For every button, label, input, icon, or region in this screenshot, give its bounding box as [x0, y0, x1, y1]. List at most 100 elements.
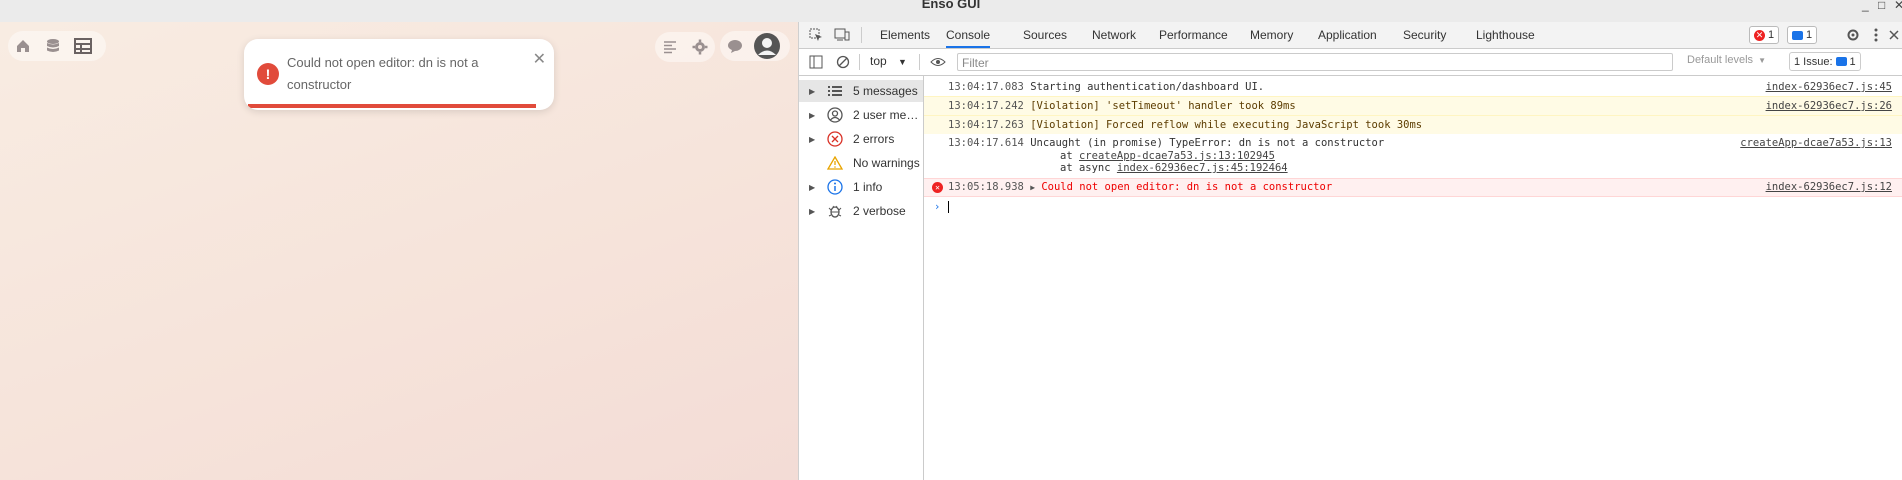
- log-row-violation: 13:04:17.263 [Violation] Forced reflow w…: [924, 115, 1902, 134]
- table-icon[interactable]: [71, 34, 95, 58]
- tab-network[interactable]: Network: [1092, 22, 1136, 48]
- divider: [861, 27, 862, 43]
- stack-prefix: at async: [1060, 162, 1111, 174]
- console-output: 13:04:17.083 Starting authentication/das…: [924, 76, 1902, 480]
- toast-progress-bar: [248, 104, 537, 108]
- sidebar-item-info[interactable]: ▶ 1 info: [799, 176, 923, 198]
- log-source-link[interactable]: index-62936ec7.js:12: [1766, 179, 1892, 196]
- console-filter-input[interactable]: Filter: [957, 53, 1673, 71]
- settings-gear-icon[interactable]: [1844, 26, 1862, 44]
- maximize-button[interactable]: □: [1878, 0, 1885, 12]
- more-options-icon[interactable]: [1867, 26, 1885, 44]
- log-timestamp: 13:04:17.614: [948, 137, 1024, 149]
- issues-label: 1 Issue:: [1794, 55, 1833, 68]
- sidebar-item-label: 1 info: [853, 180, 883, 194]
- gear-icon[interactable]: [688, 35, 712, 59]
- message-badge-icon: [1792, 30, 1803, 40]
- inspect-element-icon[interactable]: [807, 26, 825, 44]
- expand-arrow-icon[interactable]: ▶: [809, 207, 825, 216]
- log-text: Starting authentication/dashboard UI.: [1030, 81, 1265, 93]
- right-tools-pill: [655, 32, 715, 62]
- log-text: Uncaught (in promise) TypeError: dn is n…: [1030, 137, 1385, 149]
- context-value: top: [870, 54, 887, 68]
- stack-link[interactable]: createApp-dcae7a53.js:13:102945: [1079, 150, 1275, 162]
- error-badge-icon: ✕: [1754, 29, 1765, 41]
- stack-frame: at createApp-dcae7a53.js:13:102945: [948, 150, 1902, 163]
- message-count-badge[interactable]: 1: [1787, 26, 1818, 44]
- chat-icon[interactable]: [723, 34, 747, 58]
- chevron-down-icon: ▼: [1758, 56, 1767, 65]
- expand-arrow-icon[interactable]: ▶: [809, 135, 825, 144]
- device-toolbar-icon[interactable]: [833, 26, 851, 44]
- list-icon: [825, 83, 845, 99]
- tab-security[interactable]: Security: [1403, 22, 1446, 48]
- error-icon: !: [257, 63, 279, 85]
- database-icon[interactable]: [41, 34, 65, 58]
- window-titlebar: Enso GUI _ □ ✕: [0, 0, 1902, 23]
- tab-lighthouse[interactable]: Lighthouse: [1476, 22, 1535, 48]
- tab-sources[interactable]: Sources: [1023, 22, 1067, 48]
- error-count: 1: [1768, 29, 1775, 41]
- home-icon[interactable]: [11, 34, 35, 58]
- sidebar-item-label: 2 errors: [853, 132, 895, 146]
- devtools-panel: Elements Console Sources Network Perform…: [799, 22, 1902, 480]
- log-timestamp: 13:04:17.242: [948, 100, 1024, 112]
- log-source-link[interactable]: createApp-dcae7a53.js:13: [1740, 137, 1892, 150]
- bug-icon: [825, 203, 845, 219]
- close-devtools-icon[interactable]: [1887, 26, 1901, 44]
- sidebar-item-verbose[interactable]: ▶ 2 verbose: [799, 200, 923, 222]
- minimize-button[interactable]: _: [1862, 0, 1869, 12]
- expand-arrow-icon[interactable]: ▶: [809, 111, 825, 120]
- log-row-uncaught: 13:04:17.614 Uncaught (in promise) TypeE…: [924, 135, 1902, 176]
- expand-arrow-icon[interactable]: ▶: [809, 183, 825, 192]
- console-caret: [948, 201, 949, 213]
- user-pill: [720, 31, 790, 61]
- console-sidebar: ▶ 5 messages ▶ 2 user me… ▶ 2 errors No …: [799, 76, 924, 480]
- close-window-button[interactable]: ✕: [1894, 0, 1902, 12]
- list-icon[interactable]: [658, 35, 682, 59]
- issues-badge[interactable]: 1 Issue: 1: [1789, 52, 1861, 71]
- stack-link[interactable]: index-62936ec7.js:45:192464: [1117, 162, 1288, 174]
- info-icon: [825, 179, 845, 195]
- tab-performance[interactable]: Performance: [1159, 22, 1228, 48]
- log-source-link[interactable]: index-62936ec7.js:26: [1766, 97, 1892, 115]
- sidebar-item-messages[interactable]: ▶ 5 messages: [799, 80, 923, 102]
- sidebar-item-errors[interactable]: ▶ 2 errors: [799, 128, 923, 150]
- sidebar-item-label: 5 messages: [853, 84, 918, 98]
- issues-count: 1: [1849, 55, 1856, 68]
- divider: [859, 54, 860, 70]
- tab-elements[interactable]: Elements: [880, 22, 930, 48]
- sidebar-toggle-icon[interactable]: [807, 53, 825, 71]
- error-icon: [825, 131, 845, 147]
- clear-console-icon[interactable]: [834, 53, 852, 71]
- enso-app-area: ! Could not open editor: dn is not a con…: [0, 22, 799, 480]
- warning-icon: [825, 155, 845, 171]
- console-toolbar: top ▼ Filter Default levels ▼ 1 Issue: 1: [799, 49, 1902, 76]
- context-select[interactable]: top ▼: [870, 54, 907, 68]
- user-icon: [825, 107, 845, 123]
- devtools-tabbar: Elements Console Sources Network Perform…: [799, 22, 1902, 49]
- tab-application[interactable]: Application: [1318, 22, 1377, 48]
- console-prompt[interactable]: ›: [924, 198, 1902, 216]
- avatar[interactable]: [753, 32, 781, 60]
- log-row-error: ✕ 13:05:18.938 ▶ Could not open editor: …: [924, 178, 1902, 197]
- issue-icon: [1835, 57, 1847, 66]
- sidebar-item-user-messages[interactable]: ▶ 2 user me…: [799, 104, 923, 126]
- error-count-badge[interactable]: ✕ 1: [1749, 26, 1780, 44]
- log-timestamp: 13:04:17.263: [948, 119, 1024, 131]
- left-nav-pill: [8, 31, 106, 61]
- live-expression-eye-icon[interactable]: [929, 53, 947, 71]
- log-text: [Violation] 'setTimeout' handler took 89…: [1030, 100, 1296, 112]
- log-row-violation: 13:04:17.242 [Violation] 'setTimeout' ha…: [924, 96, 1902, 115]
- expand-arrow-icon[interactable]: ▶: [809, 87, 825, 96]
- log-levels-dropdown[interactable]: Default levels ▼: [1687, 54, 1766, 66]
- tab-console[interactable]: Console: [946, 22, 991, 48]
- error-icon: ✕: [932, 182, 943, 193]
- tab-memory[interactable]: Memory: [1250, 22, 1293, 48]
- stack-frame: at async index-62936ec7.js:45:192464: [948, 162, 1902, 175]
- sidebar-item-warnings[interactable]: No warnings: [799, 152, 923, 174]
- log-source-link[interactable]: index-62936ec7.js:45: [1766, 78, 1892, 96]
- divider: [919, 54, 920, 70]
- expand-arrow-icon[interactable]: ▶: [1030, 183, 1035, 192]
- toast-close-button[interactable]: ✕: [533, 49, 546, 69]
